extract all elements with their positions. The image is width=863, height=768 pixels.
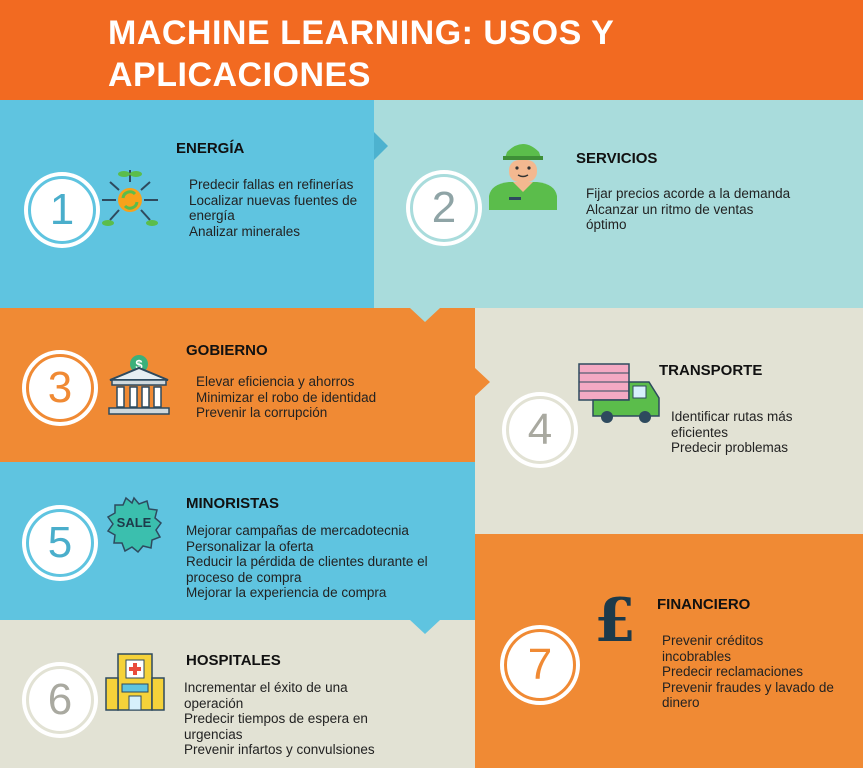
list-item: Minimizar el robo de identidad [196,389,377,405]
list-item: Elevar eficiencia y ahorros [196,374,355,389]
list-item: Prevenir fraudes y lavado de dinero [662,679,834,711]
list-transporte: Identificar rutas más eficientes Predeci… [671,409,831,456]
list-hospitales: Incrementar el éxito de una operación Pr… [184,680,434,758]
number-badge-7: 7 [500,625,580,705]
list-item: Predecir problemas [671,440,789,455]
list-item: Fijar precios acorde a la demanda [586,186,791,201]
list-item: Prevenir créditos incobrables [662,633,764,664]
section-heading-servicios: SERVICIOS [576,150,658,167]
service-worker-icon [489,144,557,210]
section-heading-minoristas: MINORISTAS [186,495,280,512]
number-badge-1: 1 [24,172,100,248]
section-heading-gobierno: GOBIERNO [186,342,268,359]
list-item: Reducir la pérdida de clientes durante e… [186,554,428,585]
sale-badge-icon: SALE [106,496,163,554]
list-item: Localizar nuevas fuentes de energía [189,192,358,224]
number-badge-6: 6 [22,662,98,738]
number-badge-2: 2 [406,170,482,246]
list-financiero: Prevenir créditos incobrables Predecir r… [662,633,852,711]
section-heading-energia: ENERGÍA [176,140,245,157]
list-energia: Predecir fallas en refinerías Localizar … [189,177,369,239]
list-item: Prevenir la corrupción [196,405,328,420]
truck-icon [578,363,660,423]
section-heading-transporte: TRANSPORTE [659,362,763,379]
pound-sign-icon: £ [594,586,636,656]
list-item: Identificar rutas más eficientes [671,409,793,440]
list-minoristas: Mejorar campañas de mercadotecnia Person… [186,523,472,601]
list-item: Personalizar la oferta [186,538,314,554]
energy-sprout-icon [102,170,158,226]
list-item: Prevenir infartos y convulsiones [184,742,375,757]
list-item: Alcanzar un ritmo de ventas óptimo [586,201,754,233]
hospital-icon [105,653,165,711]
number-badge-4: 4 [502,392,578,468]
list-item: Analizar minerales [189,223,301,239]
number-badge-3: 3 [22,350,98,426]
section-heading-hospitales: HOSPITALES [186,652,281,669]
list-gobierno: Elevar eficiencia y ahorros Minimizar el… [196,374,456,421]
government-building-icon: $ [108,355,170,415]
list-item: Incrementar el éxito de una operación [184,680,348,711]
list-item: Predecir fallas en refinerías [189,177,354,192]
list-item: Mejorar la experiencia de compra [186,585,387,600]
list-item: Predecir reclamaciones [662,664,804,679]
list-item: Predecir tiempos de espera en urgencias [184,711,368,742]
number-badge-5: 5 [22,505,98,581]
list-item: Mejorar campañas de mercadotecnia [186,523,409,538]
section-heading-financiero: FINANCIERO [657,596,751,613]
list-servicios: Fijar precios acorde a la demanda Alcanz… [586,186,846,233]
